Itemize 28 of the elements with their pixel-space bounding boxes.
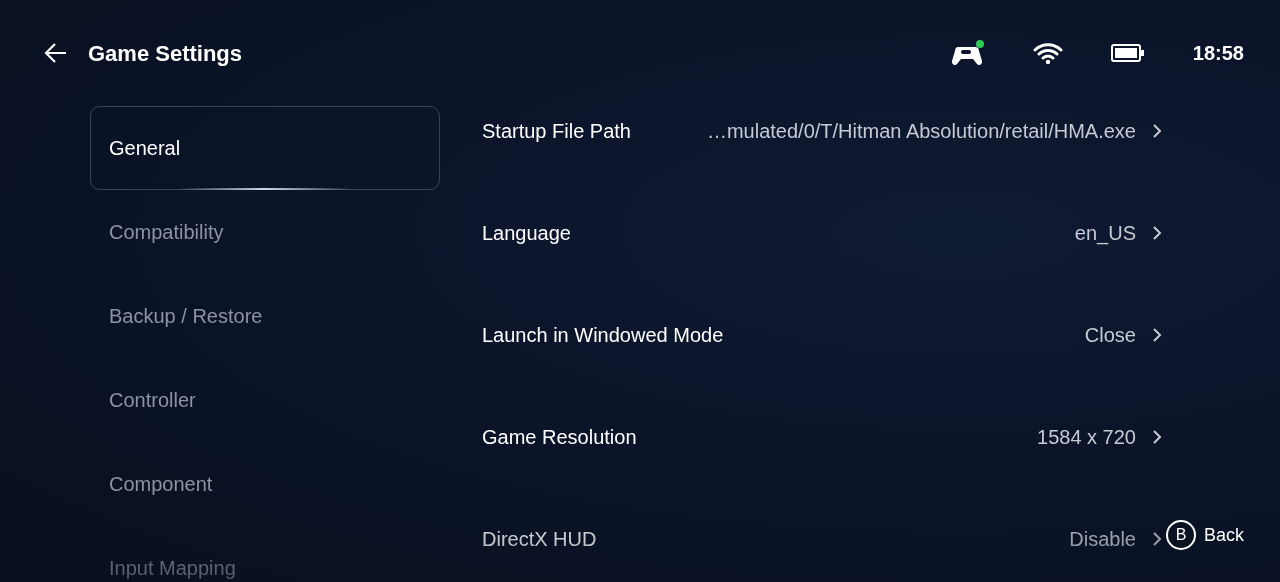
gamepad-icon (950, 39, 985, 67)
setting-label: Launch in Windowed Mode (482, 323, 724, 348)
sidebar-tab[interactable]: Backup / Restore (90, 274, 440, 358)
sidebar-tab[interactable]: Component (90, 442, 440, 526)
setting-label: DirectX HUD (482, 527, 597, 552)
setting-value[interactable]: Close (1084, 320, 1136, 350)
sidebar-tab[interactable]: General (90, 106, 440, 190)
setting-value[interactable]: en_US (1074, 218, 1136, 248)
clock-time: 18:58 (1192, 41, 1244, 66)
wifi-icon (1032, 41, 1063, 65)
chevron-right-icon[interactable] (1152, 123, 1162, 139)
setting-value[interactable]: …mulated/0/T/Hitman Absolution/retail/HMA.exe (706, 116, 1136, 146)
setting-value[interactable]: Disable (1069, 524, 1136, 554)
sidebar-tab[interactable]: Controller (90, 358, 440, 442)
sidebar-tab[interactable]: Compatibility (90, 190, 440, 274)
back-hint-label: Back (1203, 523, 1244, 547)
setting-label: Game Resolution (482, 425, 637, 450)
setting-label: Language (482, 221, 571, 246)
chevron-right-icon[interactable] (1152, 531, 1162, 547)
chevron-right-icon[interactable] (1152, 225, 1162, 241)
back-arrow-icon[interactable] (44, 42, 68, 64)
battery-icon (1110, 44, 1145, 62)
setting-label: Startup File Path (482, 119, 631, 144)
page-title: Game Settings (88, 39, 243, 68)
setting-value[interactable]: 1584 x 720 (1037, 422, 1136, 452)
b-key-icon: B (1165, 520, 1196, 550)
chevron-right-icon[interactable] (1152, 429, 1162, 445)
chevron-right-icon[interactable] (1152, 327, 1162, 343)
